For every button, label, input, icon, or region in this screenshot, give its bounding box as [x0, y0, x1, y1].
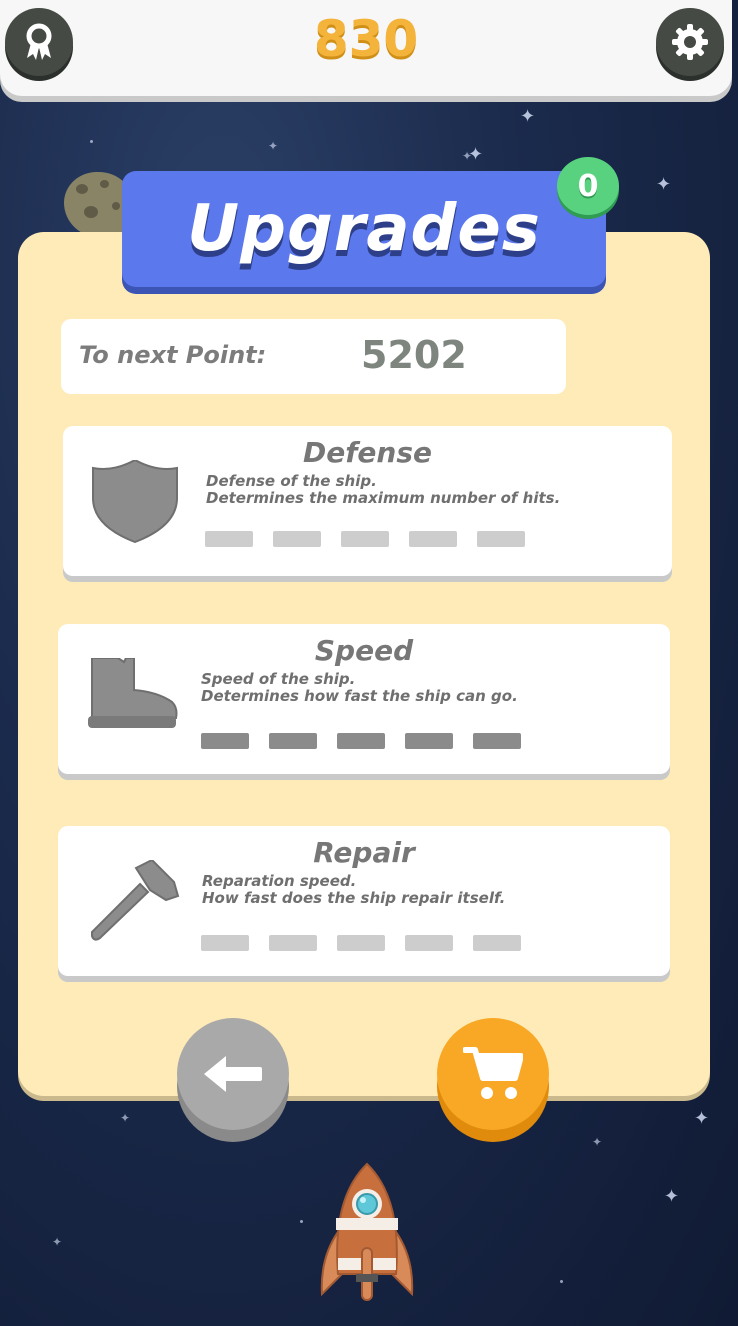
background-star: ✦	[520, 106, 536, 127]
available-points-badge: 0	[557, 157, 619, 215]
background-dot	[90, 140, 93, 143]
upgrade-card-repair[interactable]: Repair Reparation speed. How fast does t…	[58, 826, 670, 976]
background-dot	[560, 1280, 563, 1283]
level-segment	[405, 733, 453, 749]
back-button[interactable]	[177, 1018, 289, 1130]
background-star: ✦	[468, 144, 484, 165]
level-segment	[205, 531, 253, 547]
upgrade-description: Reparation speed. How fast does the ship…	[202, 873, 505, 907]
shop-button[interactable]	[437, 1018, 549, 1130]
upgrade-description-line: Speed of the ship.	[201, 670, 356, 688]
next-point-box: To next Point: 5202	[61, 319, 566, 394]
background-star: ✦	[120, 1111, 131, 1125]
upgrade-card-defense[interactable]: Defense Defense of the ship. Determines …	[63, 426, 672, 576]
upgrade-description-line: Determines how fast the ship can go.	[201, 687, 518, 705]
upgrade-description-line: Determines the maximum number of hits.	[206, 489, 561, 507]
background-dot	[300, 1220, 303, 1223]
shield-icon	[92, 460, 178, 544]
upgrade-description: Defense of the ship. Determines the maxi…	[206, 473, 560, 507]
level-segment	[405, 935, 453, 951]
level-segment	[473, 733, 521, 749]
title-banner: Upgrades	[122, 171, 606, 287]
level-segment	[201, 935, 249, 951]
upgrade-description-line: How fast does the ship repair itself.	[202, 889, 506, 907]
next-point-label: To next Point:	[79, 341, 267, 369]
upgrade-level-bar	[201, 935, 521, 951]
level-segment	[269, 733, 317, 749]
level-segment	[269, 935, 317, 951]
cart-icon	[463, 1047, 523, 1099]
upgrade-description-line: Reparation speed.	[202, 872, 357, 890]
upgrade-level-bar	[201, 733, 521, 749]
rocket-ship	[320, 1162, 414, 1301]
score-counter: 830	[313, 10, 419, 68]
background-star: ✦	[656, 174, 672, 195]
upgrade-level-bar	[205, 531, 525, 547]
level-segment	[273, 531, 321, 547]
settings-button[interactable]	[656, 8, 724, 76]
level-segment	[337, 935, 385, 951]
upgrade-description-line: Defense of the ship.	[206, 472, 377, 490]
arrow-left-icon	[204, 1056, 262, 1092]
background-star: ✦	[592, 1135, 603, 1149]
level-segment	[473, 935, 521, 951]
top-bar: 830	[0, 0, 732, 96]
background-star: ✦	[694, 1108, 710, 1129]
level-segment	[337, 733, 385, 749]
background-star: ✦	[268, 139, 279, 153]
gear-icon	[672, 24, 708, 60]
upgrade-description: Speed of the ship. Determines how fast t…	[201, 671, 518, 705]
background-star: ✦	[52, 1235, 63, 1249]
boot-icon	[88, 658, 178, 728]
level-segment	[477, 531, 525, 547]
level-segment	[341, 531, 389, 547]
page-title: Upgrades	[187, 192, 541, 266]
upgrade-card-speed[interactable]: Speed Speed of the ship. Determines how …	[58, 624, 670, 774]
next-point-value: 5202	[361, 333, 467, 377]
hammer-icon	[91, 860, 180, 941]
level-segment	[201, 733, 249, 749]
level-segment	[409, 531, 457, 547]
background-star: ✦	[664, 1186, 680, 1207]
